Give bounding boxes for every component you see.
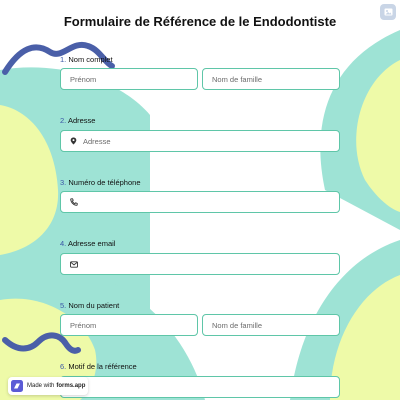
phone-input[interactable] <box>60 191 340 213</box>
patient-last-name-input[interactable]: Nom de famille <box>202 314 340 336</box>
phone-icon <box>70 198 78 206</box>
last-name-input[interactable]: Nom de famille <box>202 68 340 90</box>
badge-brand: forms.app <box>56 383 86 389</box>
location-pin-icon <box>70 137 77 145</box>
question-number: 6. <box>60 362 67 371</box>
address-input[interactable]: Adresse <box>60 130 340 152</box>
image-upload-button[interactable] <box>380 4 396 20</box>
question-number: 5. <box>60 301 67 310</box>
question-number: 3. <box>60 178 67 187</box>
question-label-patient-name: 5. Nom du patient <box>60 301 119 310</box>
question-text: Numéro de téléphone <box>68 178 141 187</box>
email-input[interactable] <box>60 253 340 275</box>
input-placeholder: Adresse <box>83 136 111 146</box>
question-text: Nom complet <box>68 55 113 64</box>
page-title: Formulaire de Référence de le Endodontis… <box>63 14 337 29</box>
referral-reason-input[interactable] <box>60 376 340 398</box>
input-placeholder: Prénom <box>70 74 97 84</box>
question-text: Adresse email <box>67 239 116 248</box>
made-with-forms-app-badge[interactable]: Made with forms.app <box>8 377 88 395</box>
form-page: Formulaire de Référence de le Endodontis… <box>0 0 400 400</box>
input-placeholder: Nom de famille <box>212 74 263 84</box>
question-label-address: 2. Adresse <box>60 116 95 125</box>
question-text: Motif de la référence <box>68 362 137 371</box>
question-label-referral-reason: 6. Motif de la référence <box>60 362 137 371</box>
question-text: Nom du patient <box>68 301 120 310</box>
question-number: 1. <box>60 55 67 64</box>
question-label-full-name: 1. Nom complet <box>60 55 113 64</box>
envelope-icon <box>70 260 78 268</box>
question-number: 4. <box>60 239 67 248</box>
input-placeholder: Prénom <box>70 320 97 330</box>
question-number: 2. <box>60 116 67 125</box>
badge-prefix: Made with <box>27 383 55 389</box>
first-name-input[interactable]: Prénom <box>60 68 198 90</box>
question-label-phone: 3. Numéro de téléphone <box>60 178 141 187</box>
question-label-email: 4. Adresse email <box>60 239 115 248</box>
input-placeholder: Nom de famille <box>212 320 263 330</box>
patient-first-name-input[interactable]: Prénom <box>60 314 198 336</box>
image-icon <box>384 8 393 16</box>
question-text: Adresse <box>67 116 96 125</box>
forms-app-logo-icon <box>11 380 23 392</box>
